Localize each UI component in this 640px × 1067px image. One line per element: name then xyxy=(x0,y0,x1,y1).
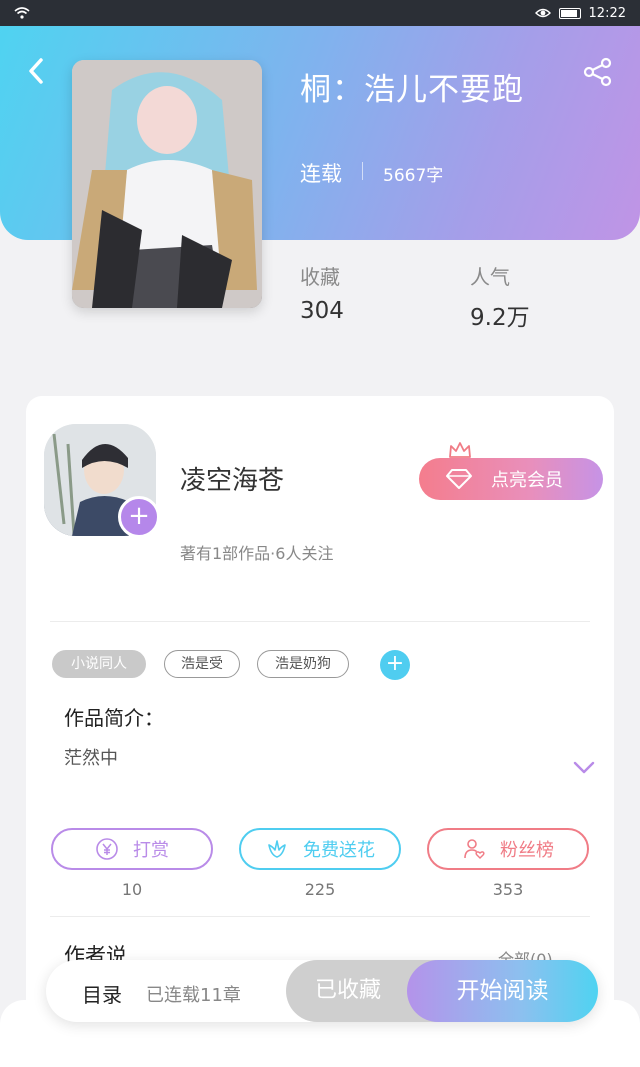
follow-author-button[interactable]: + xyxy=(118,496,160,538)
author-subtitle: 著有1部作品·6人关注 xyxy=(180,544,334,563)
book-cover-image[interactable] xyxy=(72,60,262,308)
tag-fanfic[interactable]: 小说同人 xyxy=(52,650,146,678)
vip-button-label: 点亮会员 xyxy=(491,470,563,491)
section-divider xyxy=(50,916,590,917)
tip-button[interactable]: 打赏 xyxy=(51,828,213,870)
status-bar: 12:22 xyxy=(0,0,640,26)
eye-icon xyxy=(534,8,551,18)
yen-coin-icon xyxy=(96,838,118,860)
back-arrow-icon[interactable] xyxy=(22,56,52,86)
tag-item[interactable]: 浩是奶狗 xyxy=(257,650,349,678)
wifi-icon xyxy=(14,7,30,19)
tip-label: 打赏 xyxy=(133,840,169,861)
tag-item[interactable]: 浩是受 xyxy=(164,650,240,678)
status-time: 12:22 xyxy=(588,5,626,21)
battery-icon xyxy=(558,7,581,19)
table-of-contents-button[interactable]: 目录 xyxy=(82,979,122,1008)
start-reading-button[interactable]: 开始阅读 xyxy=(407,960,598,1022)
fan-ranking-label: 粉丝榜 xyxy=(500,840,554,861)
fan-count: 353 xyxy=(492,880,524,899)
cover-illustration xyxy=(72,60,262,308)
word-count: 5667字 xyxy=(383,166,444,186)
send-flower-button[interactable]: 免费送花 xyxy=(239,828,401,870)
chapter-count: 已连载11章 xyxy=(146,985,241,1006)
section-divider xyxy=(50,621,590,622)
flower-count: 225 xyxy=(304,880,336,899)
fan-ranking-button[interactable]: 粉丝榜 xyxy=(427,828,589,870)
stat-label-favorites: 收藏 xyxy=(300,265,340,289)
chevron-down-icon[interactable] xyxy=(572,760,596,776)
diamond-icon xyxy=(446,469,472,489)
flower-icon xyxy=(268,840,286,858)
send-flower-label: 免费送花 xyxy=(303,840,375,861)
vip-membership-button[interactable]: 点亮会员 xyxy=(419,458,603,500)
divider xyxy=(362,162,363,180)
book-title: 桐：浩儿不要跑 xyxy=(300,72,524,108)
share-icon[interactable] xyxy=(582,56,614,88)
serial-status: 连载 xyxy=(300,162,342,186)
stat-value-favorites: 304 xyxy=(300,298,344,324)
author-name[interactable]: 凌空海苍 xyxy=(180,460,284,497)
stat-label-popularity: 人气 xyxy=(470,265,510,289)
intro-text: 茫然中 xyxy=(64,748,118,769)
intro-heading: 作品简介： xyxy=(64,706,164,730)
add-tag-button[interactable]: + xyxy=(380,650,410,680)
crown-icon xyxy=(449,442,471,458)
tip-count: 10 xyxy=(121,880,143,899)
stat-value-popularity: 9.2万 xyxy=(470,305,530,331)
fan-person-icon xyxy=(464,839,485,859)
